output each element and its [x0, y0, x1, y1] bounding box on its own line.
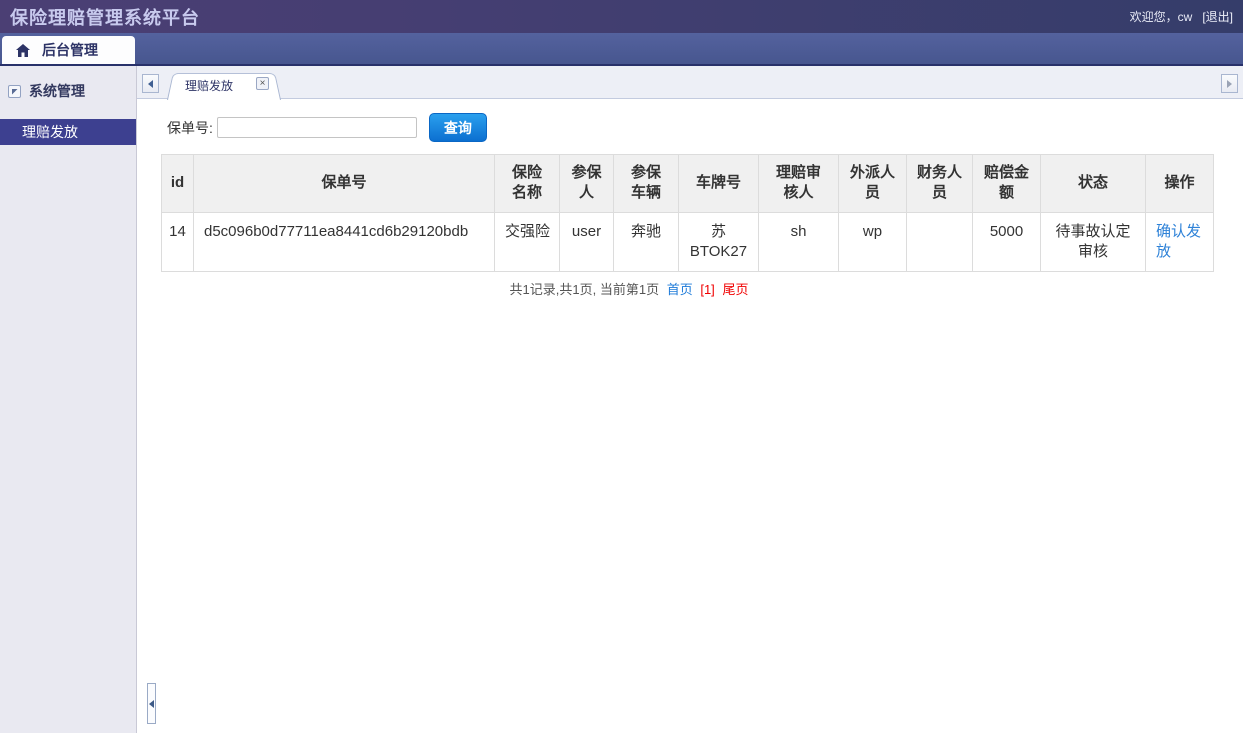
- column-header-finance-staff: 财务人员: [906, 154, 973, 213]
- cell-insurance-name: 交强险: [494, 211, 560, 272]
- column-header-status: 状态: [1040, 154, 1146, 213]
- column-header-dispatched-staff: 外派人员: [838, 154, 907, 213]
- main-layout: 系统管理 理赔发放 理赔发放 × 保单号: 查询 id 保单号 保险名称 参保人…: [0, 66, 1243, 733]
- app-header: 保险理赔管理系统平台 欢迎您，cw [退出]: [0, 0, 1243, 33]
- tab-scroll-right-button[interactable]: [1221, 74, 1238, 93]
- pagination-current-page: [1]: [700, 282, 715, 297]
- policy-number-label: 保单号:: [167, 119, 213, 136]
- content-area: 理赔发放 × 保单号: 查询 id 保单号 保险名称 参保人 参保车辆 车牌号 …: [137, 66, 1243, 733]
- cell-policy-no: d5c096b0d77711ea8441cd6b29120bdb: [193, 211, 495, 272]
- cell-claim-auditor: sh: [758, 211, 839, 272]
- page-title: 保险理赔管理系统平台: [10, 7, 200, 28]
- logout-button[interactable]: [退出]: [1202, 8, 1233, 25]
- column-header-action: 操作: [1145, 154, 1214, 213]
- home-icon: [16, 43, 30, 57]
- cell-dispatched-staff: wp: [838, 211, 907, 272]
- pagination-first-link[interactable]: 首页: [667, 282, 693, 297]
- query-button[interactable]: 查询: [428, 113, 487, 142]
- sidebar: 系统管理 理赔发放: [0, 66, 137, 733]
- pagination-summary: 共1记录,共1页, 当前第1页: [509, 282, 660, 297]
- column-header-insured-vehicle: 参保车辆: [613, 154, 679, 213]
- column-header-id: id: [161, 154, 194, 213]
- column-header-policy-no: 保单号: [193, 154, 495, 213]
- column-header-plate-no: 车牌号: [678, 154, 759, 213]
- confirm-distribution-link[interactable]: 确认发放: [1156, 223, 1201, 260]
- search-row: 保单号: 查询: [167, 113, 1243, 142]
- cell-id: 14: [161, 211, 194, 272]
- welcome-text: 欢迎您，cw: [1129, 10, 1193, 24]
- cell-compensation: 5000: [972, 211, 1041, 272]
- column-header-claim-auditor: 理赔审核人: [758, 154, 839, 213]
- claim-distribution-panel: 保单号: 查询 id 保单号 保险名称 参保人 参保车辆 车牌号 理赔审核人 外…: [137, 99, 1243, 298]
- tab-backend-management[interactable]: 后台管理: [2, 36, 135, 64]
- nav-tab-label: 后台管理: [42, 42, 98, 58]
- table-row: 14 d5c096b0d77711ea8441cd6b29120bdb 交强险 …: [161, 211, 1214, 272]
- cell-insured-person: user: [559, 211, 614, 272]
- user-welcome-area: 欢迎您，cw [退出]: [1130, 8, 1233, 25]
- top-nav-bar: 后台管理: [0, 33, 1243, 64]
- cell-action: 确认发放: [1145, 211, 1214, 272]
- pagination: 共1记录,共1页, 当前第1页 首页 [1] 尾页: [191, 279, 1243, 298]
- sidebar-collapse-handle[interactable]: [147, 683, 156, 724]
- pagination-last-link[interactable]: 尾页: [722, 282, 748, 297]
- column-header-insurance-name: 保险名称: [494, 154, 560, 213]
- content-tab-label: 理赔发放: [185, 79, 234, 93]
- cell-finance-staff: [906, 211, 973, 272]
- tab-scroll-left-button[interactable]: [142, 74, 159, 93]
- column-header-compensation: 赔偿金额: [972, 154, 1041, 213]
- chevron-right-icon: [1227, 79, 1232, 88]
- collapse-icon[interactable]: [8, 84, 21, 98]
- column-header-insured-person: 参保人: [559, 154, 614, 213]
- policy-number-input[interactable]: [216, 117, 417, 138]
- table-header-row: id 保单号 保险名称 参保人 参保车辆 车牌号 理赔审核人 外派人员 财务人员…: [161, 154, 1214, 213]
- claims-table: id 保单号 保险名称 参保人 参保车辆 车牌号 理赔审核人 外派人员 财务人员…: [161, 154, 1214, 272]
- chevron-left-icon: [148, 79, 153, 88]
- sidebar-section-system-management[interactable]: 系统管理: [0, 66, 136, 109]
- cell-insured-vehicle: 奔驰: [613, 211, 679, 272]
- sidebar-item-claim-distribution[interactable]: 理赔发放: [0, 119, 136, 145]
- cell-plate-no: 苏BTOK27: [678, 211, 759, 272]
- sidebar-section-label: 系统管理: [29, 83, 85, 99]
- cell-status: 待事故认定审核: [1040, 211, 1146, 272]
- tab-claim-distribution[interactable]: 理赔发放 ×: [167, 70, 281, 100]
- content-tab-strip: 理赔发放 ×: [137, 66, 1243, 100]
- close-icon[interactable]: ×: [256, 77, 269, 90]
